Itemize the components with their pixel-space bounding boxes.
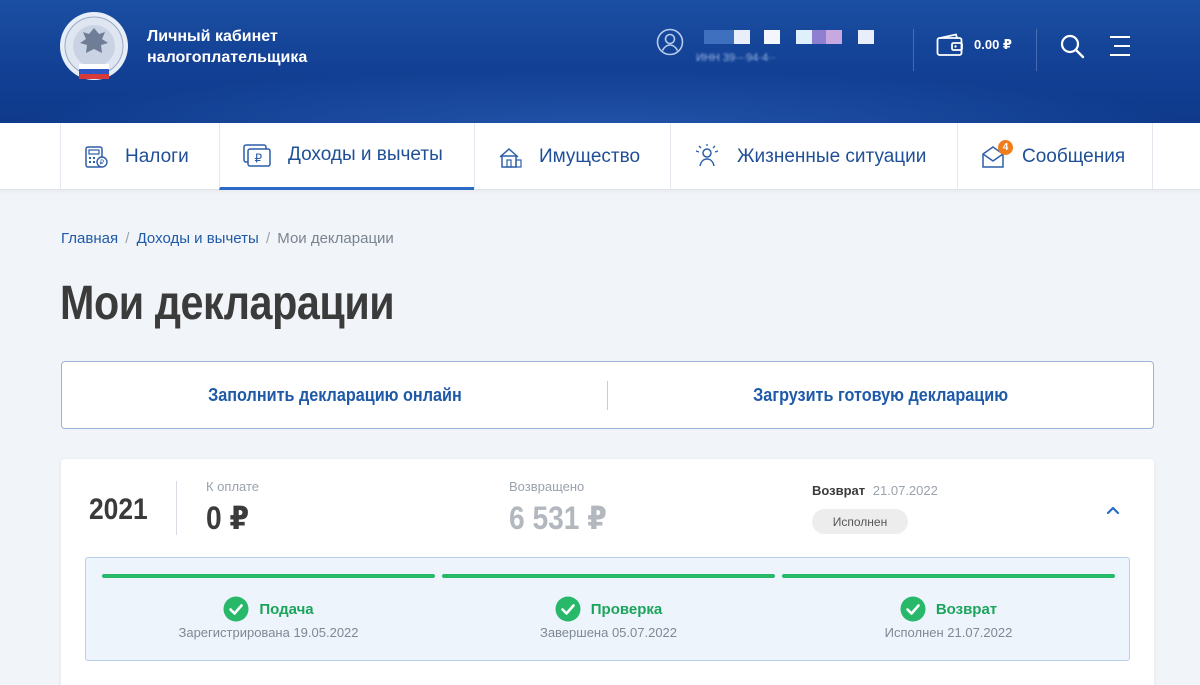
wallet-amount: 0.00 ₽ [974,37,1012,52]
breadcrumb: Главная / Доходы и вычеты / Мои декларац… [61,230,394,247]
tab-property[interactable]: Имущество [474,123,670,190]
life-situations-icon [695,143,719,166]
brand-title[interactable]: Личный кабинет налогоплательщика [147,26,307,68]
step-detail: Исполнен 21.07.2022 [884,625,1013,640]
calculator-icon: ₽ [85,145,108,168]
page-title: Мои декларации [60,277,395,330]
user-icon [656,28,684,56]
declaration-card: 2021 К оплате 0 ₽ Возвращено 6 531 ₽ Воз… [61,459,1154,685]
messages-badge: 4 [998,140,1013,155]
step-detail: Завершена 05.07.2022 [539,625,678,640]
step-name: Возврат [935,600,998,618]
chevron-up-icon[interactable] [1101,499,1125,523]
refund-info: Возврат 21.07.2022 [812,483,938,498]
tab-label: Имущество [539,145,641,167]
user-profile[interactable]: ИНН 39·-·94·4·· [656,28,874,64]
breadcrumb-section[interactable]: Доходы и вычеты [137,230,259,247]
fns-emblem-logo[interactable] [59,10,129,86]
tab-label: Жизненные ситуации [737,145,927,167]
check-circle-icon [223,596,249,622]
to-pay-label: К оплате [206,479,260,494]
breadcrumb-home[interactable]: Главная [61,230,118,247]
refund-label: Возврат [812,483,866,498]
step-detail: Зарегистрирована 19.05.2022 [178,625,359,640]
progress-step-refund: Возврат Исполнен 21.07.2022 [782,558,1115,662]
year-divider [176,481,177,535]
fill-declaration-online-button[interactable]: Заполнить декларацию онлайн [62,362,607,428]
declaration-progress: Подача Зарегистрирована 19.05.2022 Прове… [85,557,1130,661]
tab-label: Налоги [125,145,189,167]
search-icon[interactable] [1059,33,1085,59]
refund-date: 21.07.2022 [872,483,938,498]
declaration-year: 2021 [89,493,148,526]
tab-life-situations[interactable]: Жизненные ситуации [670,123,957,190]
tab-label: Сообщения [1022,145,1126,167]
user-inn: ИНН 39·-·94·4·· [696,52,776,64]
header: Личный кабинет налогоплательщика ИНН 39·… [0,0,1200,123]
breadcrumb-separator: / [125,230,130,247]
breadcrumb-separator: / [265,230,271,247]
wallet-icon [936,33,963,56]
user-name-redacted [700,30,880,46]
to-pay-value: 0 ₽ [206,500,250,536]
upload-declaration-button[interactable]: Загрузить готовую декларацию [608,362,1153,428]
progress-step-review: Проверка Завершена 05.07.2022 [442,558,775,662]
declaration-actions: Заполнить декларацию онлайн Загрузить го… [61,361,1154,429]
brand-line-1: Личный кабинет [147,28,278,45]
check-circle-icon [900,596,926,622]
returned-value: 6 531 ₽ [509,500,607,536]
status-badge: Исполнен [812,509,908,534]
step-name: Проверка [590,600,663,618]
brand-line-2: налогоплательщика [147,49,308,66]
breadcrumb-current: Мои декларации [277,230,394,247]
tab-income-deductions[interactable]: ₽ Доходы и вычеты [219,123,474,190]
svg-text:₽: ₽ [255,152,263,166]
check-circle-icon [555,596,581,622]
tab-messages[interactable]: 4 Сообщения [957,123,1153,190]
tab-label: Доходы и вычеты [288,144,443,165]
menu-icon[interactable] [1108,35,1132,57]
ruble-document-icon: ₽ [243,144,271,167]
property-icon [499,147,522,168]
fill-declaration-online-label: Заполнить декларацию онлайн [207,384,462,405]
header-divider [913,29,914,71]
progress-bar [102,574,435,578]
step-name: Подача [259,600,314,618]
returned-label: Возвращено [509,479,585,494]
wallet-balance[interactable]: 0.00 ₽ [936,33,1012,57]
header-divider [1036,29,1037,71]
main-nav: ₽ Налоги ₽ Доходы и вычеты Имущество Жиз… [0,123,1200,190]
progress-bar [442,574,775,578]
upload-declaration-label: Загрузить готовую декларацию [753,384,1008,405]
progress-bar [782,574,1115,578]
tab-taxes[interactable]: ₽ Налоги [60,123,219,190]
svg-text:₽: ₽ [100,158,105,166]
progress-step-submission: Подача Зарегистрирована 19.05.2022 [102,558,435,662]
